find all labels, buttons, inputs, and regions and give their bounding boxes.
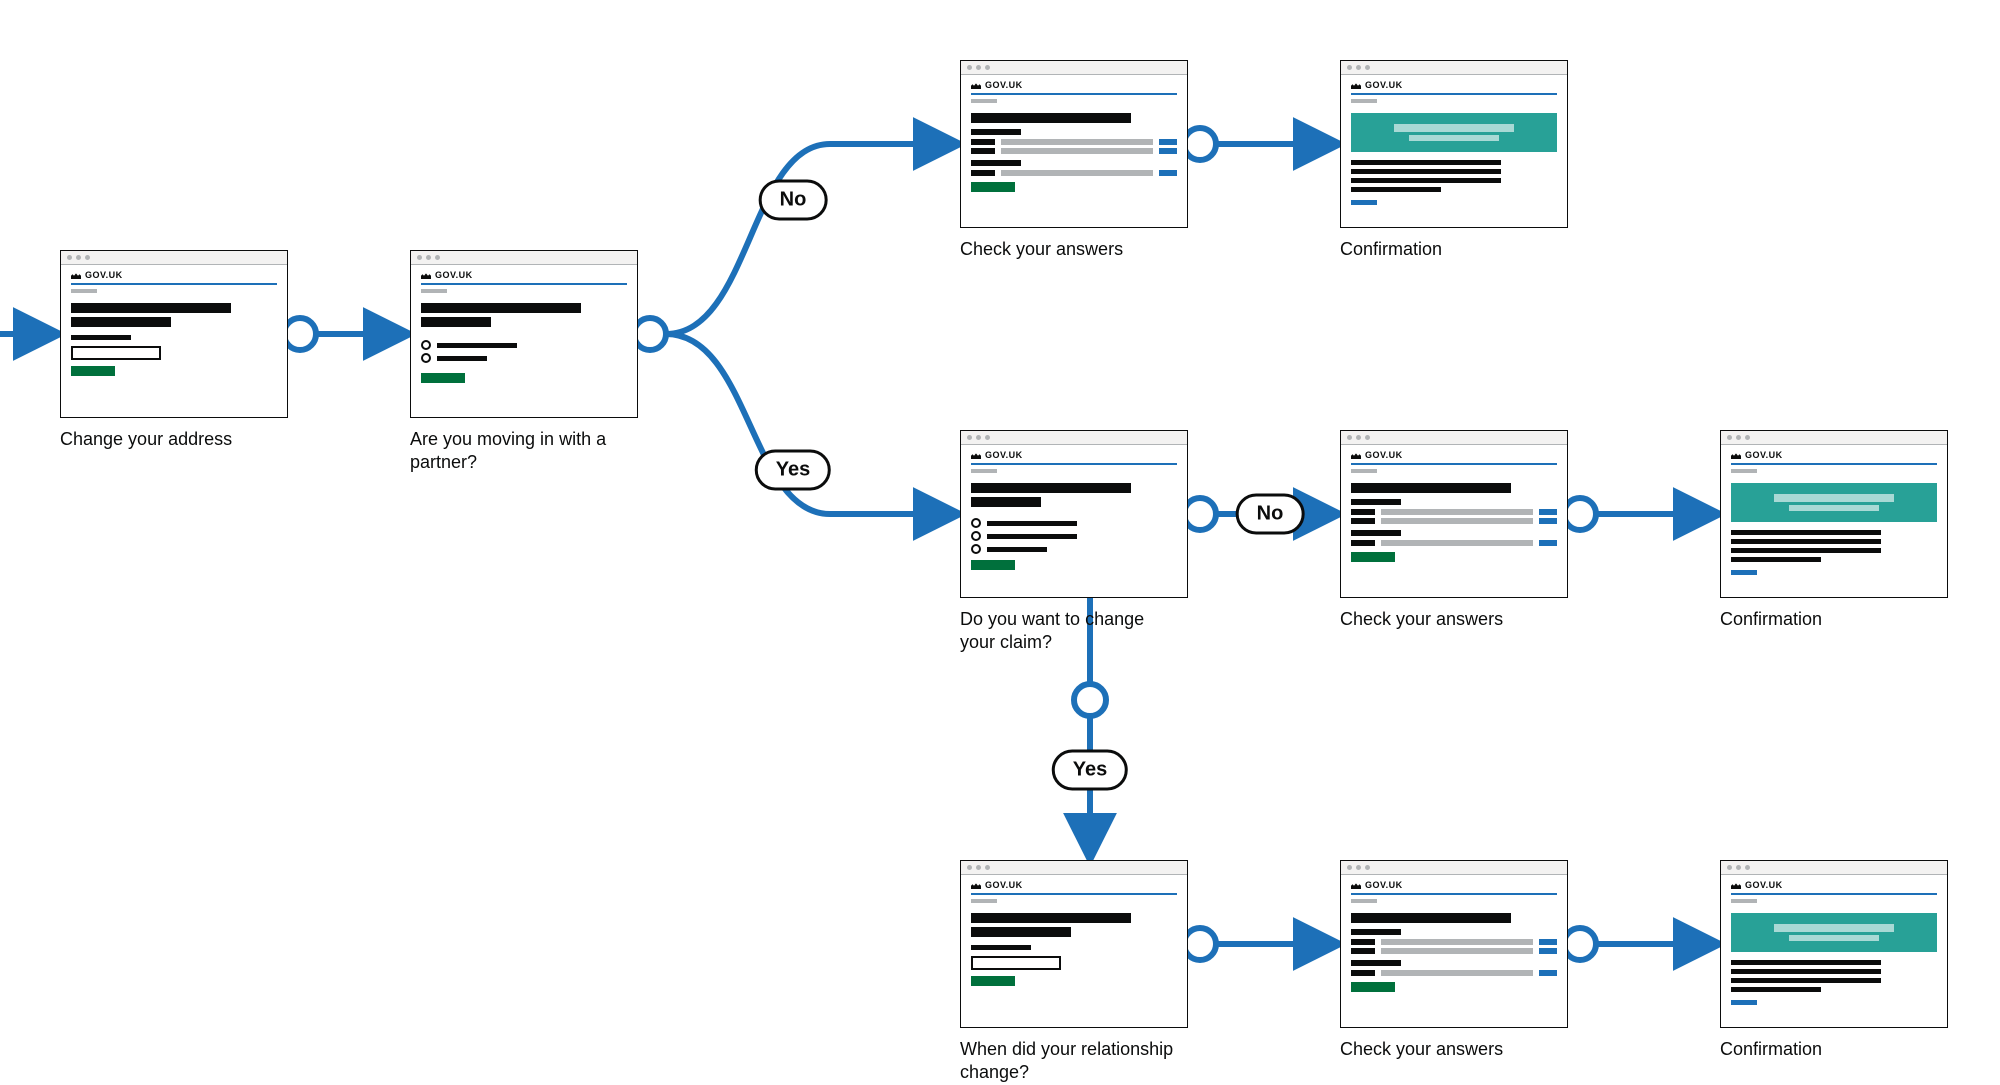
node-moving-in-partner: GOV.UK Are you moving in with a partner? — [410, 250, 638, 475]
screen-thumb: GOV.UK — [960, 430, 1188, 598]
crown-icon — [971, 881, 981, 889]
node-caption: Are you moving in with a partner? — [410, 428, 630, 475]
screen-thumb: GOV.UK — [1340, 430, 1568, 598]
node-check-answers-no: GOV.UK Check your answers — [960, 60, 1188, 261]
node-caption: Confirmation — [1340, 238, 1560, 261]
screen-thumb: GOV.UK — [60, 250, 288, 418]
crown-icon — [71, 271, 81, 279]
screen-thumb: GOV.UK — [410, 250, 638, 418]
node-caption: When did your relationship change? — [960, 1038, 1180, 1085]
crown-icon — [971, 81, 981, 89]
node-caption: Check your answers — [1340, 608, 1560, 631]
crown-icon — [1731, 451, 1741, 459]
crown-icon — [421, 271, 431, 279]
node-caption: Check your answers — [960, 238, 1180, 261]
brand-label: GOV.UK — [985, 450, 1023, 460]
node-relationship-change: GOV.UK When did your relationship change… — [960, 860, 1188, 1085]
brand-label: GOV.UK — [1745, 450, 1783, 460]
crown-icon — [1351, 81, 1361, 89]
screen-thumb: GOV.UK — [960, 860, 1188, 1028]
screen-thumb: GOV.UK — [1340, 60, 1568, 228]
branch-label-claim-yes: Yes — [1052, 750, 1128, 791]
node-caption: Do you want to change your claim? — [960, 608, 1180, 655]
node-caption: Confirmation — [1720, 608, 1940, 631]
brand-label: GOV.UK — [985, 880, 1023, 890]
node-caption: Check your answers — [1340, 1038, 1560, 1061]
screen-thumb: GOV.UK — [1720, 860, 1948, 1028]
brand-label: GOV.UK — [1745, 880, 1783, 890]
branch-label-no: No — [759, 180, 828, 221]
brand-label: GOV.UK — [85, 270, 123, 280]
node-caption: Change your address — [60, 428, 280, 451]
screen-thumb: GOV.UK — [960, 60, 1188, 228]
brand-label: GOV.UK — [1365, 80, 1403, 90]
node-caption: Confirmation — [1720, 1038, 1940, 1061]
node-change-address: GOV.UK Change your address — [60, 250, 288, 451]
branch-label-claim-no: No — [1236, 494, 1305, 535]
brand-label: GOV.UK — [985, 80, 1023, 90]
node-confirmation-yes-no: GOV.UK Confirmation — [1720, 430, 1948, 631]
crown-icon — [971, 451, 981, 459]
branch-label-yes: Yes — [755, 450, 831, 491]
crown-icon — [1731, 881, 1741, 889]
node-confirmation-no: GOV.UK Confirmation — [1340, 60, 1568, 261]
flow-diagram: No Yes No Yes GOV.UK Change your address — [0, 0, 2000, 1074]
crown-icon — [1351, 881, 1361, 889]
node-confirmation-yes-yes: GOV.UK Confirmation — [1720, 860, 1948, 1061]
crown-icon — [1351, 451, 1361, 459]
brand-label: GOV.UK — [435, 270, 473, 280]
screen-thumb: GOV.UK — [1340, 860, 1568, 1028]
node-check-answers-yes-yes: GOV.UK Check your answers — [1340, 860, 1568, 1061]
node-check-answers-yes-no: GOV.UK Check your answers — [1340, 430, 1568, 631]
brand-label: GOV.UK — [1365, 450, 1403, 460]
node-change-claim: GOV.UK Do you want to change your claim? — [960, 430, 1188, 655]
brand-label: GOV.UK — [1365, 880, 1403, 890]
screen-thumb: GOV.UK — [1720, 430, 1948, 598]
